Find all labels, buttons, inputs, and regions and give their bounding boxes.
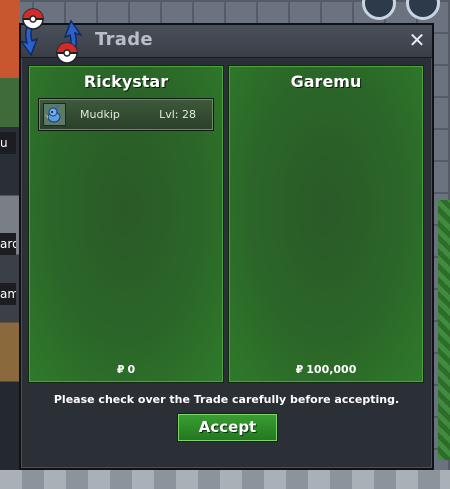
pokemon-slot[interactable]: Mudkip Lvl: 28 — [38, 98, 214, 131]
window-title: Trade — [95, 29, 153, 50]
accept-button[interactable]: Accept — [177, 413, 278, 442]
pokedollar-icon: ₽ — [295, 363, 304, 376]
npc-name-tag: am — [0, 283, 16, 305]
right-trainer-name: Garemu — [290, 72, 362, 91]
right-money-amount: 100,000 — [306, 363, 357, 376]
trade-window: Trade ✕ Rickystar Mudkip Lvl: 28 ₽ 0 Gar… — [19, 8, 434, 470]
trade-notice: Please check over the Trade carefully be… — [53, 393, 400, 406]
pokedollar-icon: ₽ — [116, 363, 125, 376]
pokemon-name: Mudkip — [80, 108, 120, 121]
trade-offer-panels: Rickystar Mudkip Lvl: 28 ₽0 Garemu ₽ 100… — [28, 65, 425, 383]
npc-name-tag: ard — [0, 233, 16, 255]
right-money-offer: ₽100,000 — [229, 363, 423, 376]
hedge-tile — [438, 200, 450, 460]
pokemon-level: Lvl: 28 — [159, 108, 196, 121]
close-icon[interactable]: ✕ — [408, 29, 426, 51]
left-money-amount: 0 — [127, 363, 136, 376]
mudkip-sprite-icon — [43, 103, 66, 126]
left-offer-panel: Rickystar Mudkip Lvl: 28 ₽0 — [28, 65, 224, 383]
pokeball-trade-arrows-icon — [19, 8, 83, 64]
right-offer-panel: Garemu ₽100,000 — [228, 65, 424, 383]
npc-name-tag: u — [0, 132, 16, 154]
left-money-offer: ₽0 — [29, 363, 223, 376]
roof-tiles — [0, 470, 450, 489]
left-trainer-name: Rickystar — [83, 72, 169, 91]
